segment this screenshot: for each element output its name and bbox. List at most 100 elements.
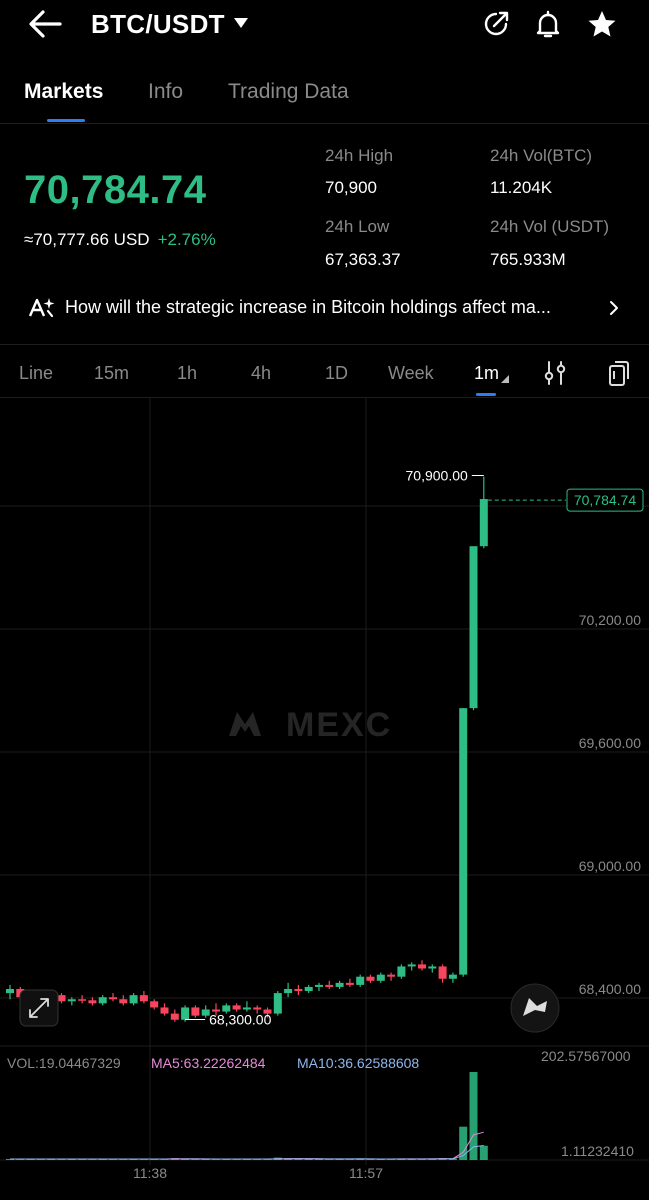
candle <box>119 999 128 1004</box>
vol-indicator: VOL:19.04467329 <box>7 1055 121 1071</box>
interval-dropdown-icon[interactable] <box>501 375 509 383</box>
candle <box>345 982 354 985</box>
vol-btc-value: 11.204K <box>490 178 553 197</box>
chevron-right-icon[interactable] <box>606 298 622 318</box>
volume-ma10-line <box>10 1145 484 1160</box>
time-axis: 11:38 11:57 <box>133 1165 383 1181</box>
candle <box>242 1007 251 1010</box>
candle <box>335 982 344 987</box>
candle <box>139 995 148 1002</box>
candle <box>366 976 375 981</box>
low-label: 24h Low <box>325 217 390 236</box>
back-arrow-icon[interactable] <box>26 8 66 40</box>
tab-trading-data[interactable]: Trading Data <box>228 80 349 104</box>
active-tab-indicator <box>47 119 85 122</box>
interval-1d[interactable]: 1D <box>325 363 348 384</box>
candle <box>356 976 365 985</box>
watermark-text: MEXC <box>286 706 392 744</box>
candle <box>181 1007 190 1020</box>
vol-max-label: 202.57567000 <box>541 1048 631 1064</box>
caret-down-icon[interactable] <box>233 16 249 30</box>
candle <box>88 1000 97 1004</box>
high-label: 24h High <box>325 146 394 165</box>
vol-min-label: 1.11232410 <box>561 1143 634 1159</box>
candle <box>304 986 313 992</box>
candle <box>67 999 76 1002</box>
price-tick-label: 69,000.00 <box>579 858 641 874</box>
vol-btc-label: 24h Vol(BTC) <box>490 146 593 165</box>
vol-usdt-label: 24h Vol (USDT) <box>490 217 610 236</box>
interval-4h[interactable]: 4h <box>251 363 271 384</box>
candle <box>129 995 138 1004</box>
candle <box>428 966 437 969</box>
candle <box>273 993 282 1014</box>
time-tick-label: 11:57 <box>349 1165 383 1181</box>
candlestick-chart[interactable]: MEXC 70,800.0070,200.0069,600.0069,000.0… <box>0 398 649 1200</box>
ma-lines <box>10 784 484 1012</box>
candles <box>6 476 488 1022</box>
price-tick-label: 68,400.00 <box>579 981 641 997</box>
price-change: +2.76% <box>157 230 216 249</box>
candle <box>387 974 396 977</box>
candle <box>150 1001 159 1008</box>
candle <box>109 997 117 1000</box>
ai-spark-icon <box>28 298 55 318</box>
volume-bar <box>479 1145 488 1160</box>
header-bar: BTC/USDT <box>0 0 649 50</box>
drawing-tool-button[interactable] <box>510 983 560 1033</box>
candle <box>284 989 293 994</box>
current-price-label: 70,784.74 <box>574 492 636 508</box>
candle <box>232 1005 241 1010</box>
candle <box>418 964 426 969</box>
pair-title[interactable]: BTC/USDT <box>91 9 225 40</box>
watermark: MEXC <box>229 706 392 744</box>
candle <box>78 999 87 1001</box>
interval-1h[interactable]: 1h <box>177 363 197 384</box>
volume-ma5-line <box>10 1131 484 1160</box>
low-marker-label: 68,300.00 <box>209 1012 271 1028</box>
last-price: 70,784.74 <box>24 168 207 212</box>
ma10-indicator: MA10:36.62588608 <box>297 1055 420 1071</box>
candle <box>376 974 385 981</box>
candle <box>448 974 457 979</box>
interval-1m[interactable]: 1m <box>474 363 499 384</box>
tab-info[interactable]: Info <box>148 80 183 104</box>
usd-price: ≈70,777.66 USD <box>24 230 150 249</box>
share-icon[interactable] <box>480 8 512 40</box>
market-tabs: Markets Info Trading Data <box>0 78 649 124</box>
candle <box>98 997 107 1004</box>
candle <box>170 1013 179 1020</box>
vol-usdt-value: 765.933M <box>490 250 566 269</box>
candle <box>191 1007 200 1016</box>
candle <box>160 1007 169 1014</box>
news-banner[interactable]: How will the strategic increase in Bitco… <box>0 290 649 328</box>
candle <box>397 966 406 977</box>
interval-bar: Line 15m 1h 4h 1D Week 1m <box>0 344 649 398</box>
high-value: 70,900 <box>325 178 377 197</box>
bell-icon[interactable] <box>532 8 564 40</box>
high-marker-label: 70,900.00 <box>406 468 468 484</box>
time-tick-label: 11:38 <box>133 1165 167 1181</box>
price-markers: 70,784.74 70,900.00 68,300.00 <box>185 468 644 1028</box>
price-axis: 70,800.0070,200.0069,600.0069,000.0068,4… <box>579 489 641 997</box>
news-headline[interactable]: How will the strategic increase in Bitco… <box>65 297 595 318</box>
copy-icon[interactable] <box>605 359 633 387</box>
price-tick-label: 69,600.00 <box>579 735 641 751</box>
indicator-settings-icon[interactable] <box>541 359 569 387</box>
candle <box>325 984 334 987</box>
low-value: 67,363.37 <box>325 250 401 269</box>
candle <box>459 708 468 975</box>
candle <box>479 499 488 547</box>
candle <box>315 984 323 987</box>
interval-15m[interactable]: 15m <box>94 363 129 384</box>
usd-price-row: ≈70,777.66 USD +2.76% <box>24 230 216 250</box>
expand-button[interactable] <box>19 989 59 1027</box>
candle <box>57 995 66 1002</box>
star-icon[interactable] <box>586 8 618 40</box>
tab-markets[interactable]: Markets <box>24 80 103 104</box>
ma5-indicator: MA5:63.22262484 <box>151 1055 266 1071</box>
interval-week[interactable]: Week <box>388 363 434 384</box>
interval-line[interactable]: Line <box>19 363 53 384</box>
candle <box>469 546 478 709</box>
volume-bars <box>6 1072 488 1160</box>
